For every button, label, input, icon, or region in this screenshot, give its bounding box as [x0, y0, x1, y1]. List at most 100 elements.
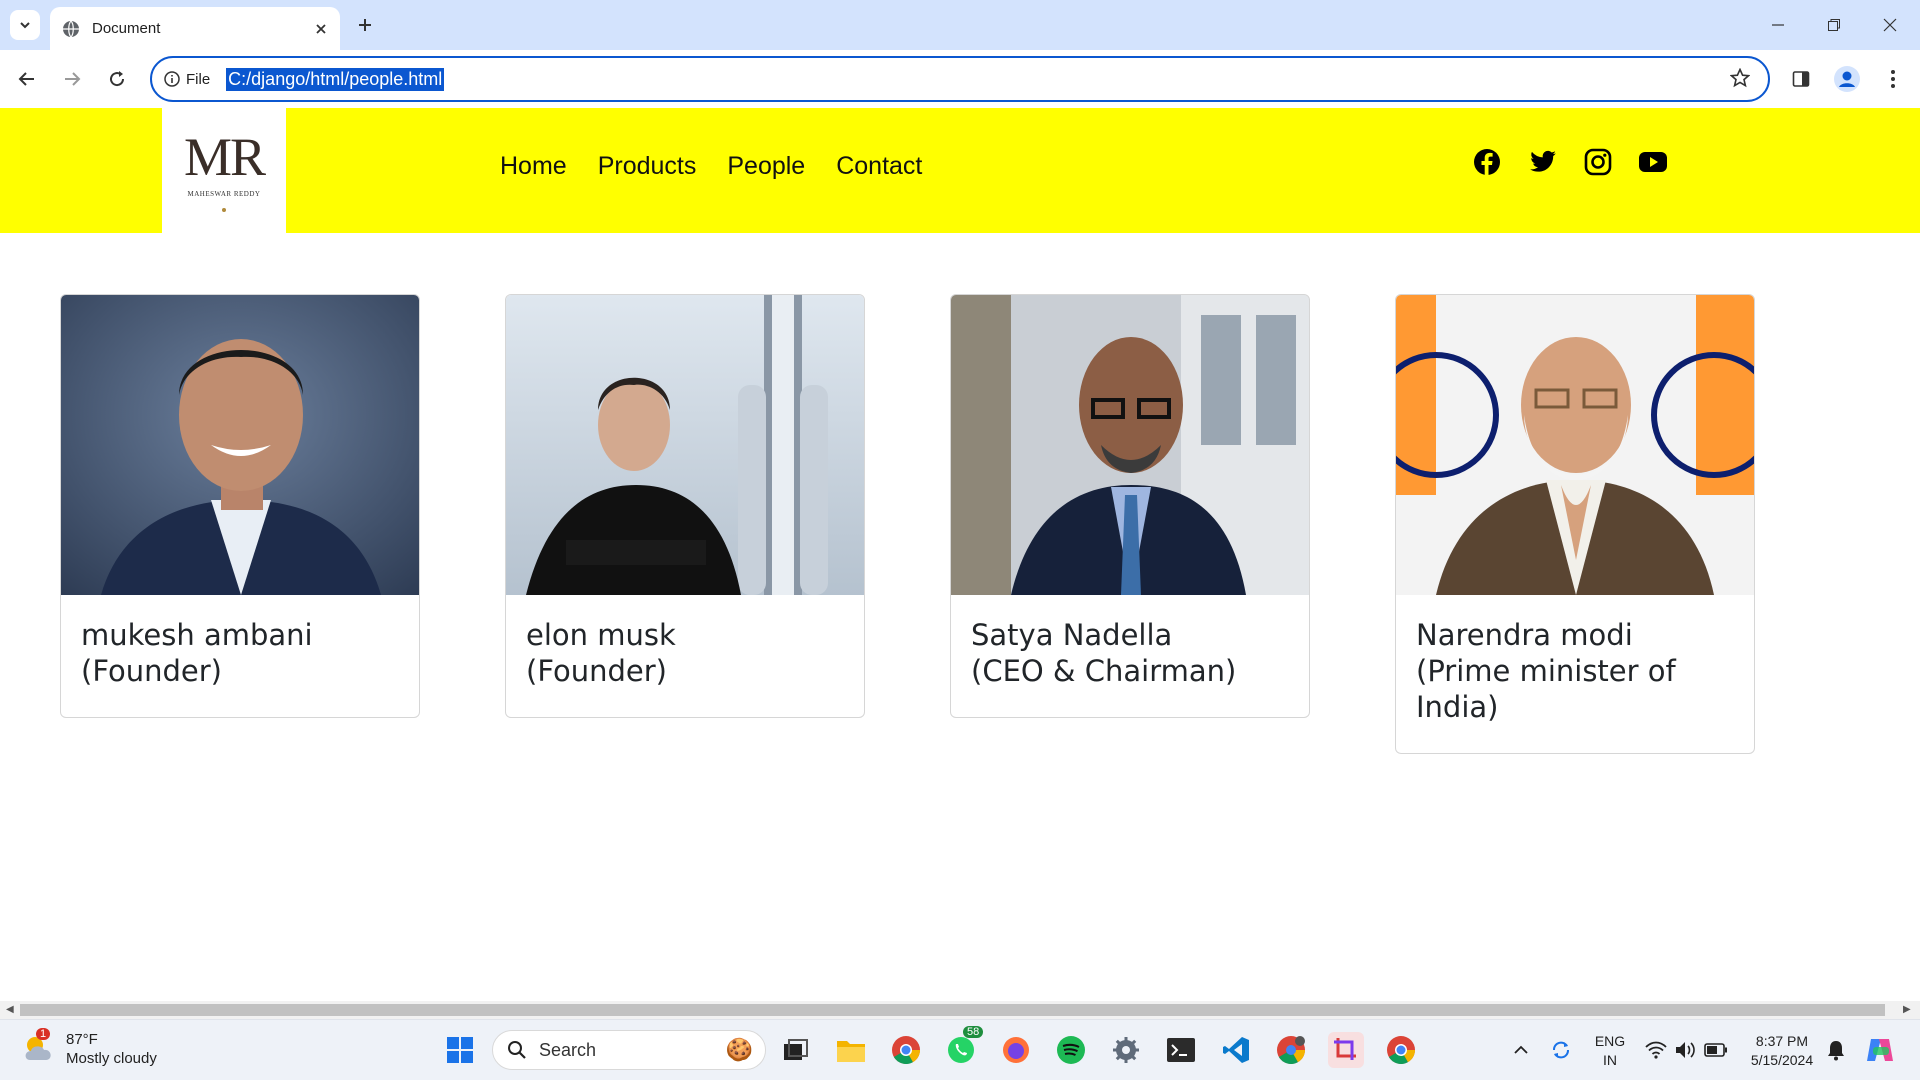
person-card[interactable]: Narendra modi (Prime minister of India)	[1395, 294, 1755, 754]
side-panel-icon	[1792, 71, 1810, 87]
more-vertical-icon	[1891, 70, 1895, 88]
snipping-tool-icon[interactable]	[1328, 1032, 1364, 1068]
person-photo	[951, 295, 1309, 595]
settings-icon[interactable]	[1108, 1032, 1144, 1068]
notification-bell-icon[interactable]	[1818, 1032, 1854, 1068]
site-info-chip[interactable]: File	[164, 71, 210, 88]
person-role: (Founder)	[526, 654, 667, 688]
reload-icon	[110, 71, 125, 87]
sync-icon[interactable]	[1543, 1032, 1579, 1068]
person-card[interactable]: mukesh ambani (Founder)	[60, 294, 420, 718]
terminal-icon[interactable]	[1163, 1032, 1199, 1068]
profile-button[interactable]	[1830, 62, 1864, 96]
nav-people[interactable]: People	[727, 152, 805, 181]
copilot-icon[interactable]	[1862, 1032, 1898, 1068]
close-icon	[1883, 18, 1897, 32]
person-photo	[1396, 295, 1754, 595]
site-logo[interactable]: MR MAHESWAR REDDY	[162, 108, 286, 233]
weather-desc: Mostly cloudy	[66, 1050, 157, 1067]
task-view-icon[interactable]	[778, 1032, 814, 1068]
scrollbar-thumb[interactable]	[20, 1004, 1885, 1016]
youtube-link[interactable]	[1638, 148, 1668, 178]
start-button[interactable]	[442, 1032, 478, 1068]
person-card[interactable]: elon musk (Founder)	[505, 294, 865, 718]
weather-temp: 87°F	[66, 1031, 98, 1048]
info-icon	[164, 71, 180, 87]
facebook-link[interactable]	[1473, 148, 1503, 178]
person-name: mukesh ambani	[81, 618, 313, 652]
star-icon	[1729, 67, 1751, 88]
whatsapp-icon[interactable]: 58	[943, 1026, 984, 1068]
close-window-button[interactable]	[1862, 0, 1918, 50]
person-card[interactable]: Satya Nadella (CEO & Chairman)	[950, 294, 1310, 718]
person-name: elon musk	[526, 618, 676, 652]
search-icon	[508, 1041, 526, 1059]
person-caption: Narendra modi (Prime minister of India)	[1396, 595, 1754, 753]
browser-tab-strip: Document	[0, 0, 1920, 50]
minimize-button[interactable]	[1750, 0, 1806, 50]
vscode-icon[interactable]	[1218, 1032, 1254, 1068]
nav-products[interactable]: Products	[598, 152, 697, 181]
clock[interactable]: 8:37 PM 5/15/2024	[1738, 1032, 1826, 1070]
person-role: (Founder)	[81, 654, 222, 688]
site-header: MR MAHESWAR REDDY Home Products People C…	[0, 108, 1920, 233]
person-name: Satya Nadella	[971, 618, 1173, 652]
region-code: IN	[1603, 1052, 1617, 1068]
side-panel-button[interactable]	[1784, 62, 1818, 96]
site-info-label: File	[186, 70, 211, 88]
restore-button[interactable]	[1806, 0, 1862, 50]
url-text[interactable]: C:/django/html/people.html	[226, 67, 445, 91]
clock-date: 5/15/2024	[1750, 1052, 1814, 1068]
person-role: (CEO & Chairman)	[971, 654, 1237, 688]
instagram-link[interactable]	[1584, 148, 1614, 178]
person-photo	[61, 295, 419, 595]
horizontal-scrollbar[interactable]: ◀ ▶	[0, 1001, 1920, 1019]
new-tab-button[interactable]	[350, 10, 380, 40]
windows-icon	[447, 1037, 473, 1063]
facebook-icon	[1474, 149, 1500, 175]
youtube-icon	[1639, 152, 1667, 172]
person-role: (Prime minister of India)	[1416, 654, 1676, 724]
arrow-left-icon	[18, 72, 34, 86]
bookmark-star-button[interactable]	[1729, 67, 1751, 93]
reload-button[interactable]	[100, 62, 134, 96]
back-button[interactable]	[10, 62, 44, 96]
person-caption: elon musk (Founder)	[506, 595, 864, 717]
scroll-left-icon[interactable]: ◀	[6, 1004, 14, 1015]
logo-dot	[222, 207, 226, 212]
whatsapp-badge: 58	[963, 1026, 984, 1038]
tab-search-button[interactable]	[10, 10, 40, 40]
chrome-profile-icon[interactable]	[1273, 1032, 1309, 1068]
menu-button[interactable]	[1876, 62, 1910, 96]
file-explorer-icon[interactable]	[833, 1032, 869, 1068]
tray-overflow-icon[interactable]	[1503, 1032, 1539, 1068]
person-caption: Satya Nadella (CEO & Chairman)	[951, 595, 1309, 717]
minimize-icon	[1772, 24, 1784, 26]
chrome-active-icon[interactable]	[1383, 1032, 1419, 1068]
nav-home[interactable]: Home	[500, 152, 567, 181]
browser-tab[interactable]: Document	[50, 7, 340, 50]
nav-contact[interactable]: Contact	[836, 152, 922, 181]
chrome-icon[interactable]	[888, 1032, 924, 1068]
close-icon[interactable]	[314, 22, 328, 36]
twitter-link[interactable]	[1529, 148, 1559, 178]
language-code: ENG	[1594, 1033, 1626, 1049]
person-caption: mukesh ambani (Founder)	[61, 595, 419, 717]
tab-title: Document	[92, 20, 161, 37]
spotify-icon[interactable]	[1053, 1032, 1089, 1068]
globe-icon	[63, 20, 79, 37]
battery-icon[interactable]	[1698, 1032, 1734, 1068]
chevron-down-icon	[20, 22, 30, 29]
taskbar-search[interactable]: Search 🍪	[492, 1030, 766, 1070]
scroll-right-icon[interactable]: ▶	[1903, 1004, 1911, 1015]
logo-mark: MR	[183, 126, 266, 187]
arrow-right-icon	[65, 72, 81, 86]
restore-icon	[1828, 19, 1840, 31]
search-placeholder: Search	[539, 1039, 597, 1060]
address-bar[interactable]: File C:/django/html/people.html	[150, 56, 1770, 102]
firefox-icon[interactable]	[998, 1032, 1034, 1068]
forward-button[interactable]	[55, 62, 89, 96]
weather-widget[interactable]: 1 87°F Mostly cloudy	[22, 1028, 157, 1068]
browser-toolbar: File C:/django/html/people.html	[0, 50, 1920, 108]
language-indicator[interactable]: ENG IN	[1590, 1032, 1630, 1070]
